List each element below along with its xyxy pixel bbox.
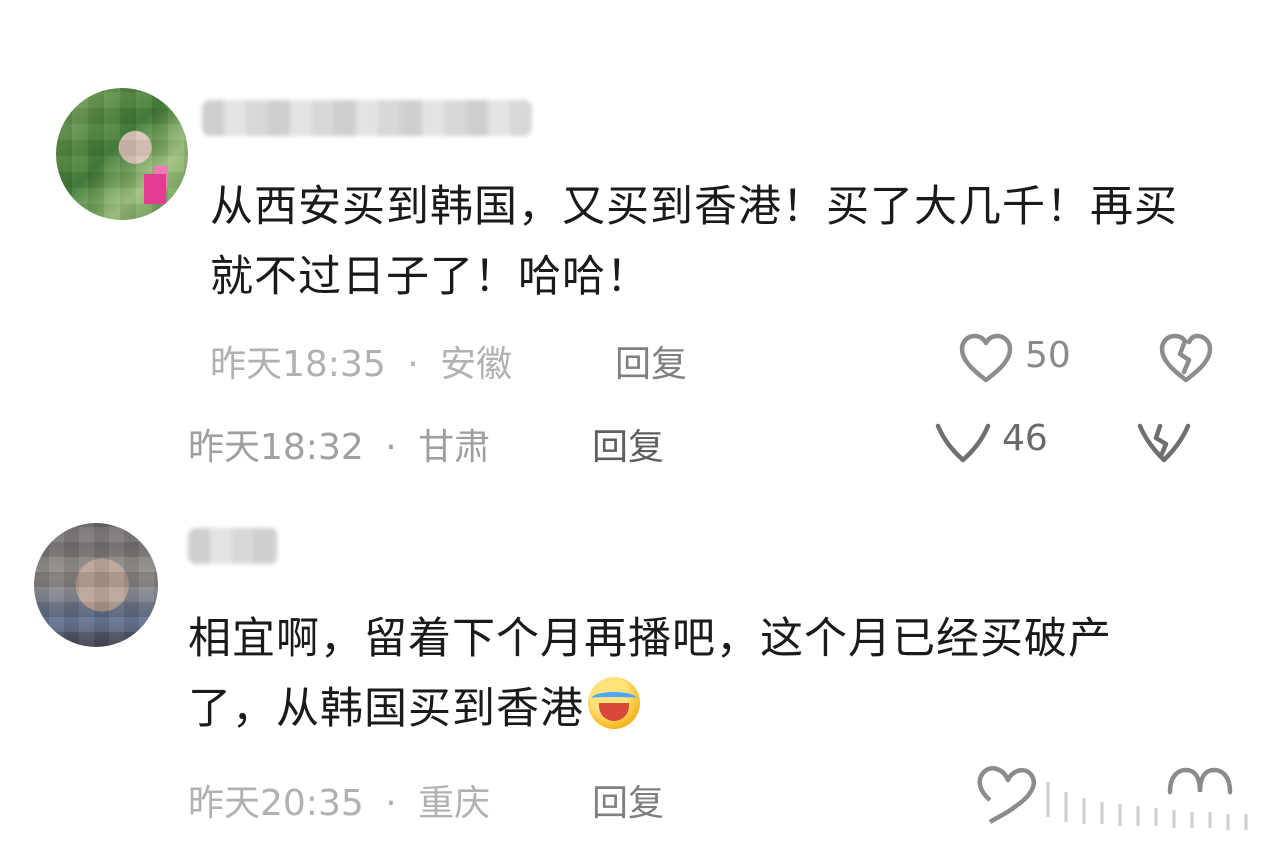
comment-time: 昨天18:32: [188, 427, 364, 468]
comment-meta: 昨天20:35 · 重庆: [188, 774, 490, 826]
comment-text: 从西安买到韩国，又买到香港！买了大几千！再买就不过日子了！哈哈！: [210, 182, 1178, 302]
reply-button[interactable]: 回复: [615, 335, 687, 387]
reply-button[interactable]: 回复: [592, 774, 664, 826]
heart-outline-icon[interactable]: [970, 762, 1260, 842]
blurred-username[interactable]: [202, 100, 532, 136]
comment-time: 昨天18:35: [210, 344, 386, 385]
meta-separator: ·: [385, 427, 397, 468]
heart-outline-icon[interactable]: [958, 332, 1014, 386]
broken-heart-icon[interactable]: [1136, 420, 1192, 464]
like-count: 50: [1025, 335, 1071, 376]
comment-meta: 昨天18:32 · 甘肃: [188, 418, 490, 470]
avatar[interactable]: [34, 523, 158, 647]
meta-separator: ·: [385, 783, 397, 824]
heart-outline-icon[interactable]: [934, 420, 992, 464]
previous-comment-fragment: [620, 0, 760, 4]
comment-text-content: 相宜啊，留着下个月再播吧，这个月已经买破产了，从韩国买到香港: [188, 614, 1112, 734]
laughing-crying-emoji: [588, 677, 640, 729]
broken-heart-icon[interactable]: [1158, 332, 1214, 386]
comment-location: 安徽: [440, 344, 513, 385]
comment-text: 相宜啊，留着下个月再播吧，这个月已经买破产了，从韩国买到香港: [188, 604, 1198, 744]
comment-meta: 昨天18:35 · 安徽: [210, 335, 512, 387]
comment-time: 昨天20:35: [188, 783, 364, 824]
like-count: 46: [1002, 418, 1048, 459]
comment-location: 甘肃: [418, 427, 491, 468]
reply-button[interactable]: 回复: [592, 418, 664, 470]
blurred-username[interactable]: [188, 528, 278, 564]
avatar[interactable]: [56, 88, 188, 220]
meta-separator: ·: [407, 344, 419, 385]
comment-location: 重庆: [418, 783, 491, 824]
